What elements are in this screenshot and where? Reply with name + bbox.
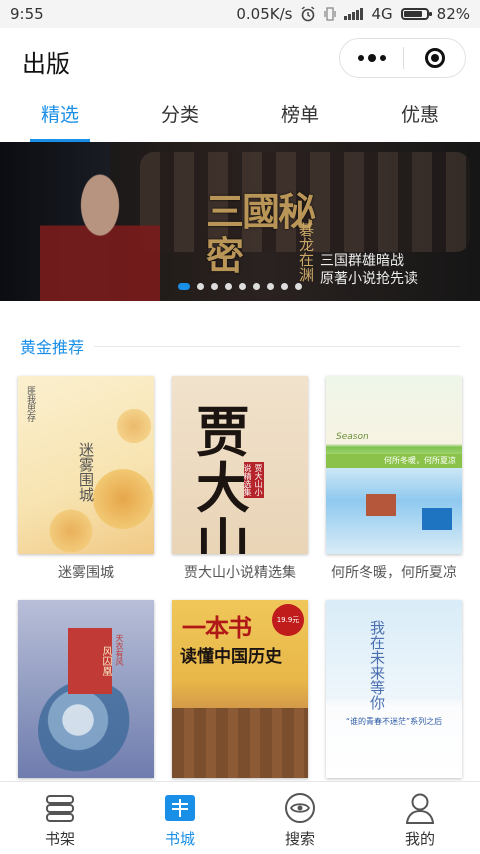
cover-subtitle: 读懂中国历史 [180, 647, 282, 667]
search-eye-icon [282, 790, 318, 826]
pagination-dot[interactable] [239, 283, 246, 290]
nav-search[interactable]: 搜索 [240, 782, 360, 854]
page-title: 出版 [22, 50, 70, 78]
signal-icon [344, 8, 364, 20]
book-cover: 我在未来等你 “谁的青春不迷茫”系列之后 [326, 600, 462, 778]
cover-tag [422, 508, 452, 530]
nav-bookstore[interactable]: 书城 [120, 782, 240, 854]
book-card[interactable]: 我在未来等你 “谁的青春不迷茫”系列之后 [326, 600, 462, 786]
battery-level [403, 11, 422, 17]
book-card[interactable]: 贾大山 贾大山小说精选集 贾大山小说精选集 [172, 376, 308, 582]
battery-icon [400, 8, 432, 20]
pagination-dot[interactable] [295, 283, 302, 290]
book-cover: 贾大山 贾大山小说精选集 [172, 376, 308, 554]
book-card[interactable]: 一本书 读懂中国历史 19.9元 [172, 600, 308, 786]
cover-illustration [38, 680, 138, 778]
pagination-dot[interactable] [253, 283, 260, 290]
pagination-dot[interactable] [225, 283, 232, 290]
cover-title: 迷雾围城 [77, 442, 95, 502]
book-title: 迷雾围城 [58, 565, 114, 581]
pagination-dot[interactable] [281, 283, 288, 290]
cover-subtitle: “谁的青春不迷茫”系列之后 [345, 717, 443, 726]
book-cover: 匪我思存 迷雾围城 [18, 376, 154, 554]
pagination-dot[interactable] [267, 283, 274, 290]
status-time: 9:55 [10, 5, 44, 23]
cover-illustration [366, 494, 396, 516]
status-indicators: 0.05K/s 4G 82% [236, 5, 470, 23]
more-dots-icon[interactable] [340, 39, 403, 77]
miniprogram-capsule [339, 38, 466, 78]
section-header: 黄金推荐 [20, 334, 460, 358]
nav-label: 我的 [404, 830, 435, 848]
pagination-dot[interactable] [211, 283, 218, 290]
section-title: 黄金推荐 [20, 338, 85, 357]
cover-title: 风囚凰 [68, 628, 112, 694]
bottom-nav: 书架 书城 搜索 我的 [0, 781, 480, 854]
cover-price-badge: 19.9元 [272, 604, 304, 636]
battery-percent: 82% [436, 5, 470, 23]
bookstore-icon [162, 790, 198, 826]
nav-label: 搜索 [284, 830, 315, 848]
nav-label: 书架 [44, 830, 75, 848]
cover-illustration [172, 708, 308, 778]
cover-title: 何所冬暖，何所夏凉 [326, 454, 462, 468]
cover-subtitle: 天衣有风 [115, 634, 124, 666]
close-target-icon[interactable] [404, 39, 465, 77]
book-cover: 一本书 读懂中国历史 19.9元 [172, 600, 308, 778]
book-title: 何所冬暖，何所夏凉 [331, 565, 457, 581]
nav-profile[interactable]: 我的 [360, 782, 480, 854]
title-bar: 出版 [0, 28, 480, 92]
network-speed: 0.05K/s [236, 5, 293, 23]
category-tabs: 精选 分类 榜单 优惠 [0, 92, 480, 143]
book-card[interactable]: Season 何所冬暖，何所夏凉 何所冬暖，何所夏凉 [326, 376, 462, 582]
banner-line-1: 三国群雄暗战 [320, 253, 404, 269]
nav-bookshelf[interactable]: 书架 [0, 782, 120, 854]
tab-deals[interactable]: 优惠 [360, 92, 480, 142]
nav-label: 书城 [164, 830, 195, 848]
section-divider [94, 345, 460, 347]
banner-subtitle: 碁龙在渊 [297, 222, 315, 282]
book-card[interactable]: 匪我思存 迷雾围城 迷雾围城 [18, 376, 154, 582]
book-cover: Season 何所冬暖，何所夏凉 [326, 376, 462, 554]
tab-rankings[interactable]: 榜单 [240, 92, 360, 142]
banner-hero-image [40, 164, 160, 301]
book-title: 贾大山小说精选集 [184, 565, 296, 581]
network-type: 4G [371, 5, 393, 23]
alarm-icon [302, 6, 315, 22]
pagination-dot[interactable] [178, 283, 190, 290]
cover-title: 一本书 [182, 613, 252, 642]
cover-season: Season [336, 432, 369, 442]
book-cover: 风囚凰 天衣有风 [18, 600, 154, 778]
status-bar: 9:55 0.05K/s 4G 82% [0, 0, 480, 28]
tab-featured[interactable]: 精选 [0, 92, 120, 142]
cover-title: 我在未来等你 [368, 620, 386, 710]
banner-pagination [0, 283, 480, 290]
vibrate-icon [324, 7, 337, 21]
tab-categories[interactable]: 分类 [120, 92, 240, 142]
cover-subtitle: 贾大山小说精选集 [243, 462, 264, 498]
cover-author: 匪我思存 [25, 386, 35, 422]
profile-icon [402, 790, 438, 826]
book-card[interactable]: 风囚凰 天衣有风 [18, 600, 154, 786]
bookshelf-icon [42, 790, 78, 826]
pagination-dot[interactable] [197, 283, 204, 290]
